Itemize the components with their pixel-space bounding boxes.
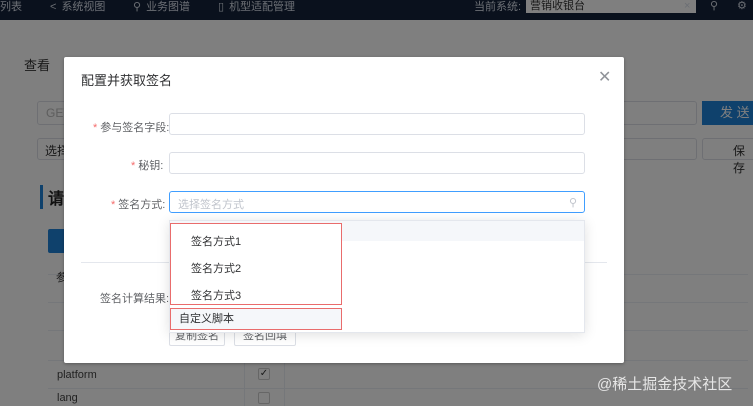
close-icon[interactable]: ✕ <box>598 67 611 87</box>
required-mark: * <box>111 199 116 211</box>
dropdown-option[interactable]: 签名方式1 <box>191 233 241 249</box>
sign-fields-label-text: 参与签名字段: <box>100 122 170 134</box>
result-label: 签名计算结果: <box>100 293 170 305</box>
sign-method-label-text: 签名方式: <box>118 199 166 211</box>
signature-dialog: 配置并获取签名 ✕ * 参与签名字段: * 秘钥: * 签名方式: 选择签名方式 ⚲ … <box>64 57 624 363</box>
dropdown-option[interactable]: 签名方式3 <box>191 287 241 303</box>
search-icon: ⚲ <box>568 197 577 209</box>
custom-script-option[interactable]: 自定义脚本 <box>170 308 342 330</box>
sign-fields-input[interactable] <box>169 113 585 135</box>
sign-method-dropdown: 签名方式1 签名方式2 签名方式3 自定义脚本 <box>169 220 585 333</box>
sign-fields-label: * 参与签名字段: <box>93 119 169 135</box>
required-mark: * <box>93 122 98 134</box>
secret-label-text: 秘钥: <box>138 160 164 172</box>
dropdown-option[interactable]: 签名方式2 <box>191 260 241 276</box>
sign-method-select[interactable]: 选择签名方式 ⚲ <box>169 191 585 213</box>
sign-method-label: * 签名方式: <box>111 196 165 212</box>
watermark-text: @稀土掘金技术社区 <box>597 376 733 393</box>
sign-method-placeholder: 选择签名方式 <box>178 199 244 211</box>
dialog-title: 配置并获取签名 <box>81 73 173 88</box>
secret-label: * 秘钥: <box>131 157 163 173</box>
secret-input[interactable] <box>169 152 585 174</box>
required-mark: * <box>131 160 136 172</box>
sign-method-options-group: 签名方式1 签名方式2 签名方式3 <box>170 223 342 305</box>
